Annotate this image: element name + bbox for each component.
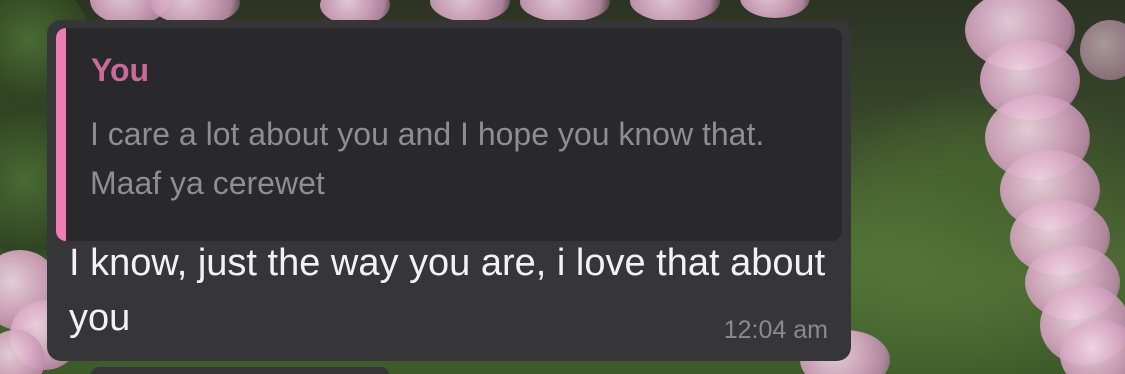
reply-quote[interactable]: You I care a lot about you and I hope yo… <box>56 28 842 241</box>
reply-author: You <box>91 52 150 88</box>
message-bubble[interactable]: You I care a lot about you and I hope yo… <box>47 20 851 361</box>
reply-accent-bar <box>56 28 66 241</box>
message-text: I know, just the way you are, i love tha… <box>69 242 826 339</box>
message-timestamp: 12:04 am <box>723 316 828 344</box>
reply-text: I care a lot about you and I hope you kn… <box>90 116 765 201</box>
next-message-bubble-edge <box>90 367 390 374</box>
